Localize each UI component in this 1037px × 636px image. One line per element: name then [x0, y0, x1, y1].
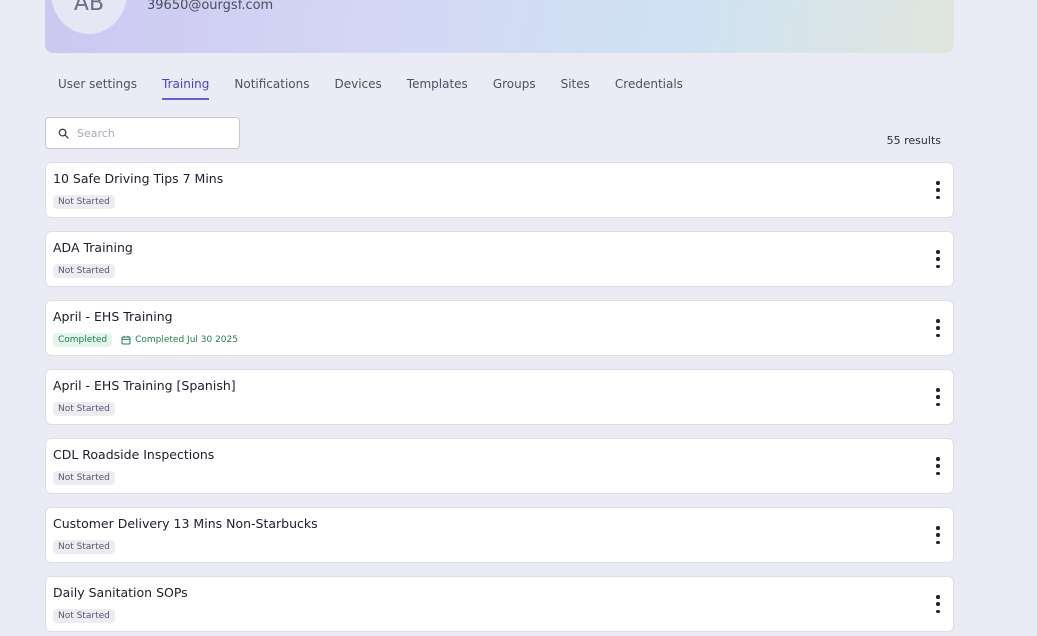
tab-notifications[interactable]: Notifications [234, 76, 309, 100]
search-icon [56, 126, 70, 140]
more-options-button[interactable] [933, 388, 943, 406]
more-options-button[interactable] [933, 595, 943, 613]
training-title: 10 Safe Driving Tips 7 Mins [53, 171, 224, 186]
tab-credentials[interactable]: Credentials [615, 76, 683, 100]
training-title: April - EHS Training [53, 309, 173, 324]
tab-groups[interactable]: Groups [493, 76, 536, 100]
training-status-row: Not Started [53, 609, 115, 623]
more-options-button[interactable] [933, 319, 943, 337]
calendar-icon [121, 335, 131, 345]
training-status-row: Not Started [53, 264, 115, 278]
more-options-button[interactable] [933, 250, 943, 268]
status-badge: Not Started [53, 402, 115, 416]
training-title: ADA Training [53, 240, 133, 255]
training-status-row: Completed Completed Jul 30 2025 [53, 333, 238, 347]
status-badge: Not Started [53, 195, 115, 209]
status-badge: Not Started [53, 264, 115, 278]
avatar: AB [51, 0, 127, 34]
more-options-button[interactable] [933, 457, 943, 475]
results-count: 55 results [886, 134, 941, 147]
training-card[interactable]: 10 Safe Driving Tips 7 Mins Not Started [45, 162, 954, 218]
training-card[interactable]: ADA Training Not Started [45, 231, 954, 287]
completed-date: Completed Jul 30 2025 [121, 335, 238, 345]
status-badge: Not Started [53, 540, 115, 554]
status-badge: Not Started [53, 471, 115, 485]
profile-banner: AB 39650@ourgsf.com [45, 0, 954, 53]
tab-templates[interactable]: Templates [407, 76, 468, 100]
avatar-initials: AB [73, 0, 105, 16]
tab-bar: User settings Training Notifications Dev… [58, 76, 708, 102]
training-card[interactable]: April - EHS Training [Spanish] Not Start… [45, 369, 954, 425]
tab-devices[interactable]: Devices [335, 76, 382, 100]
training-status-row: Not Started [53, 540, 115, 554]
completed-date-text: Completed Jul 30 2025 [135, 335, 238, 345]
user-email: 39650@ourgsf.com [147, 0, 274, 13]
status-badge: Completed [53, 333, 113, 347]
training-status-row: Not Started [53, 195, 115, 209]
more-options-button[interactable] [933, 181, 943, 199]
training-title: CDL Roadside Inspections [53, 447, 215, 462]
training-list: 10 Safe Driving Tips 7 Mins Not Started … [45, 162, 954, 636]
tab-training[interactable]: Training [162, 76, 210, 100]
training-status-row: Not Started [53, 471, 115, 485]
training-status-row: Not Started [53, 402, 115, 416]
search-box[interactable] [45, 117, 240, 149]
training-card[interactable]: April - EHS Training Completed Completed… [45, 300, 954, 356]
status-badge: Not Started [53, 609, 115, 623]
training-title: April - EHS Training [Spanish] [53, 378, 236, 393]
tab-sites[interactable]: Sites [561, 76, 590, 100]
training-title: Customer Delivery 13 Mins Non-Starbucks [53, 516, 318, 531]
search-input[interactable] [77, 126, 227, 140]
more-options-button[interactable] [933, 526, 943, 544]
tab-user-settings[interactable]: User settings [58, 76, 137, 100]
training-card[interactable]: CDL Roadside Inspections Not Started [45, 438, 954, 494]
training-card[interactable]: Customer Delivery 13 Mins Non-Starbucks … [45, 507, 954, 563]
training-card[interactable]: Daily Sanitation SOPs Not Started [45, 576, 954, 632]
training-title: Daily Sanitation SOPs [53, 585, 188, 600]
